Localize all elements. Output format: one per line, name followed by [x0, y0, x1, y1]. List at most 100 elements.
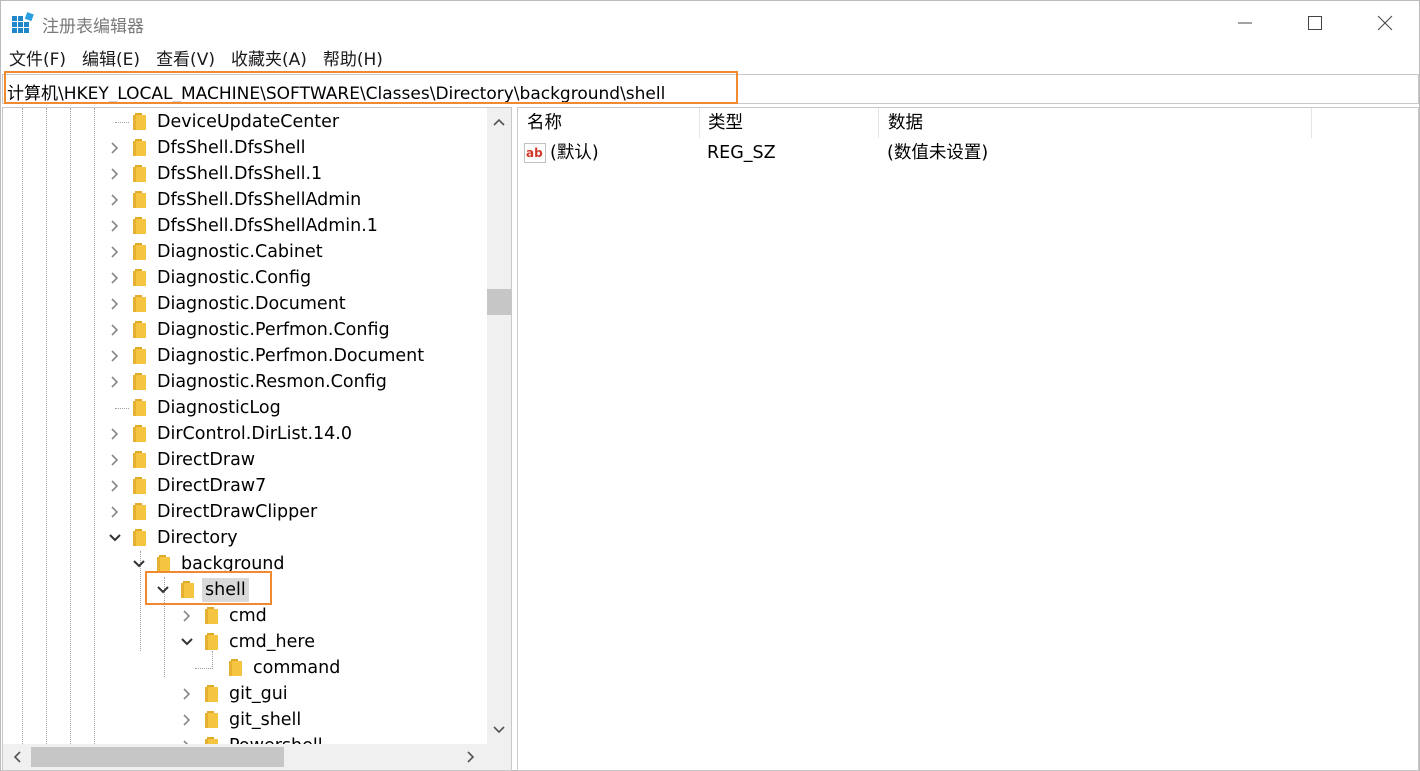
tree-item[interactable]: DirectDrawClipper — [3, 499, 487, 525]
window-title: 注册表编辑器 — [42, 17, 144, 37]
tree-item[interactable]: DirectDraw7 — [3, 473, 487, 499]
scroll-up-button[interactable] — [491, 114, 507, 130]
menu-edit[interactable]: 编辑(E) — [74, 48, 148, 72]
title-bar[interactable]: 注册表编辑器 — [1, 1, 1419, 45]
folder-icon — [133, 477, 146, 494]
tree-item-label-selected: shell — [202, 578, 249, 602]
collapsed-chevron-icon[interactable] — [107, 296, 123, 312]
tree-item[interactable]: Powershell — [3, 733, 487, 744]
collapsed-chevron-icon[interactable] — [107, 504, 123, 520]
collapsed-chevron-icon[interactable] — [107, 166, 123, 182]
expanded-chevron-icon[interactable] — [179, 634, 195, 650]
collapsed-chevron-icon[interactable] — [179, 712, 195, 728]
scroll-left-button[interactable] — [9, 749, 25, 765]
registry-editor-window: 注册表编辑器 文件(F) 编辑(E) 查看(V) 收藏夹(A) 帮助(H) 计算… — [0, 0, 1420, 771]
svg-text:ab: ab — [526, 146, 543, 160]
folder-icon — [133, 425, 146, 442]
key-tree-pane[interactable]: DeviceUpdateCenter DfsShell.DfsShell DfsSh… — [2, 107, 512, 771]
tree-item[interactable]: command — [3, 655, 487, 681]
collapsed-chevron-icon[interactable] — [107, 192, 123, 208]
tree-item[interactable]: cmd_here — [3, 629, 487, 655]
tree-item[interactable]: Diagnostic.Config — [3, 265, 487, 291]
vertical-scroll-thumb[interactable] — [487, 289, 511, 315]
menu-bar: 文件(F) 编辑(E) 查看(V) 收藏夹(A) 帮助(H) — [1, 48, 391, 72]
folder-icon — [133, 373, 146, 390]
tree-item-label: DfsShell.DfsShell — [157, 138, 306, 158]
tree-item[interactable]: Diagnostic.Perfmon.Document — [3, 343, 487, 369]
column-header-type[interactable]: 类型 — [699, 108, 879, 138]
folder-icon — [133, 529, 146, 546]
address-path[interactable]: 计算机\HKEY_LOCAL_MACHINE\SOFTWARE\Classes\… — [7, 79, 665, 104]
collapsed-chevron-icon[interactable] — [107, 270, 123, 286]
collapsed-chevron-icon[interactable] — [107, 452, 123, 468]
tree-item-label: Diagnostic.Config — [157, 268, 312, 288]
folder-icon — [205, 685, 218, 702]
tree-item-label: DiagnosticLog — [157, 398, 281, 418]
tree-item-label: Diagnostic.Perfmon.Config — [157, 320, 390, 340]
collapsed-chevron-icon[interactable] — [107, 218, 123, 234]
tree-item[interactable]: DfsShell.DfsShell — [3, 135, 487, 161]
scroll-down-button[interactable] — [491, 722, 507, 738]
column-header-data[interactable]: 数据 — [879, 108, 1312, 138]
tree-item[interactable]: DfsShell.DfsShellAdmin.1 — [3, 213, 487, 239]
tree-item[interactable]: DfsShell.DfsShell.1 — [3, 161, 487, 187]
value-row[interactable]: ab (默认) REG_SZ (数值未设置) — [518, 138, 1418, 168]
minimize-button[interactable] — [1210, 1, 1280, 45]
collapsed-chevron-icon[interactable] — [107, 478, 123, 494]
collapsed-chevron-icon[interactable] — [107, 244, 123, 260]
tree-item-label: DfsShell.DfsShellAdmin.1 — [157, 216, 378, 236]
collapsed-chevron-icon[interactable] — [107, 348, 123, 364]
tree-item-label: git_gui — [229, 684, 288, 704]
folder-icon — [157, 555, 170, 572]
tree-item[interactable]: Directory — [3, 525, 487, 551]
expanded-chevron-icon[interactable] — [131, 556, 147, 572]
folder-icon — [133, 295, 146, 312]
column-header-name[interactable]: 名称 — [518, 108, 700, 138]
tree-item-label: DirectDraw7 — [157, 476, 267, 496]
expanded-chevron-icon[interactable] — [107, 530, 123, 546]
collapsed-chevron-icon[interactable] — [107, 374, 123, 390]
tree-item-label: command — [253, 658, 341, 678]
collapsed-chevron-icon[interactable] — [107, 322, 123, 338]
horizontal-scroll-thumb[interactable] — [31, 747, 284, 767]
collapsed-chevron-icon[interactable] — [179, 608, 195, 624]
tree-item[interactable]: DfsShell.DfsShellAdmin — [3, 187, 487, 213]
menu-help[interactable]: 帮助(H) — [315, 48, 391, 72]
menu-file[interactable]: 文件(F) — [1, 48, 74, 72]
tree-item[interactable]: shell — [3, 577, 487, 603]
menu-view[interactable]: 查看(V) — [148, 48, 223, 72]
key-tree: DeviceUpdateCenter DfsShell.DfsShell DfsSh… — [3, 108, 487, 744]
expanded-chevron-icon[interactable] — [155, 582, 171, 598]
tree-item[interactable]: background — [3, 551, 487, 577]
collapsed-chevron-icon[interactable] — [179, 686, 195, 702]
tree-item[interactable]: Diagnostic.Cabinet — [3, 239, 487, 265]
collapsed-chevron-icon[interactable] — [107, 140, 123, 156]
tree-item-label: git_shell — [229, 710, 302, 730]
folder-icon — [133, 165, 146, 182]
tree-item[interactable]: cmd — [3, 603, 487, 629]
tree-item[interactable]: Diagnostic.Document — [3, 291, 487, 317]
folder-icon — [133, 451, 146, 468]
collapsed-chevron-icon[interactable] — [107, 426, 123, 442]
tree-item[interactable]: git_shell — [3, 707, 487, 733]
value-data: (数值未设置) — [887, 143, 989, 163]
address-bar[interactable]: 计算机\HKEY_LOCAL_MACHINE\SOFTWARE\Classes\… — [2, 74, 1419, 104]
tree-item-label: DirControl.DirList.14.0 — [157, 424, 353, 444]
tree-item[interactable]: DirControl.DirList.14.0 — [3, 421, 487, 447]
close-button[interactable] — [1350, 1, 1420, 45]
scroll-right-button[interactable] — [463, 749, 479, 765]
menu-favorites[interactable]: 收藏夹(A) — [223, 48, 315, 72]
tree-item[interactable]: DiagnosticLog — [3, 395, 487, 421]
minimize-icon — [1238, 22, 1252, 24]
values-list-pane[interactable]: 名称 类型 数据 ab (默认) REG_SZ (数值未设置) — [517, 107, 1419, 771]
tree-vertical-scrollbar[interactable] — [487, 108, 511, 744]
tree-item-label: DfsShell.DfsShell.1 — [157, 164, 323, 184]
tree-item[interactable]: Diagnostic.Resmon.Config — [3, 369, 487, 395]
tree-item[interactable]: DirectDraw — [3, 447, 487, 473]
tree-item[interactable]: git_gui — [3, 681, 487, 707]
tree-item[interactable]: DeviceUpdateCenter — [3, 109, 487, 135]
tree-item[interactable]: Diagnostic.Perfmon.Config — [3, 317, 487, 343]
tree-horizontal-scrollbar[interactable] — [3, 744, 511, 770]
folder-icon — [133, 217, 146, 234]
maximize-button[interactable] — [1280, 1, 1350, 45]
